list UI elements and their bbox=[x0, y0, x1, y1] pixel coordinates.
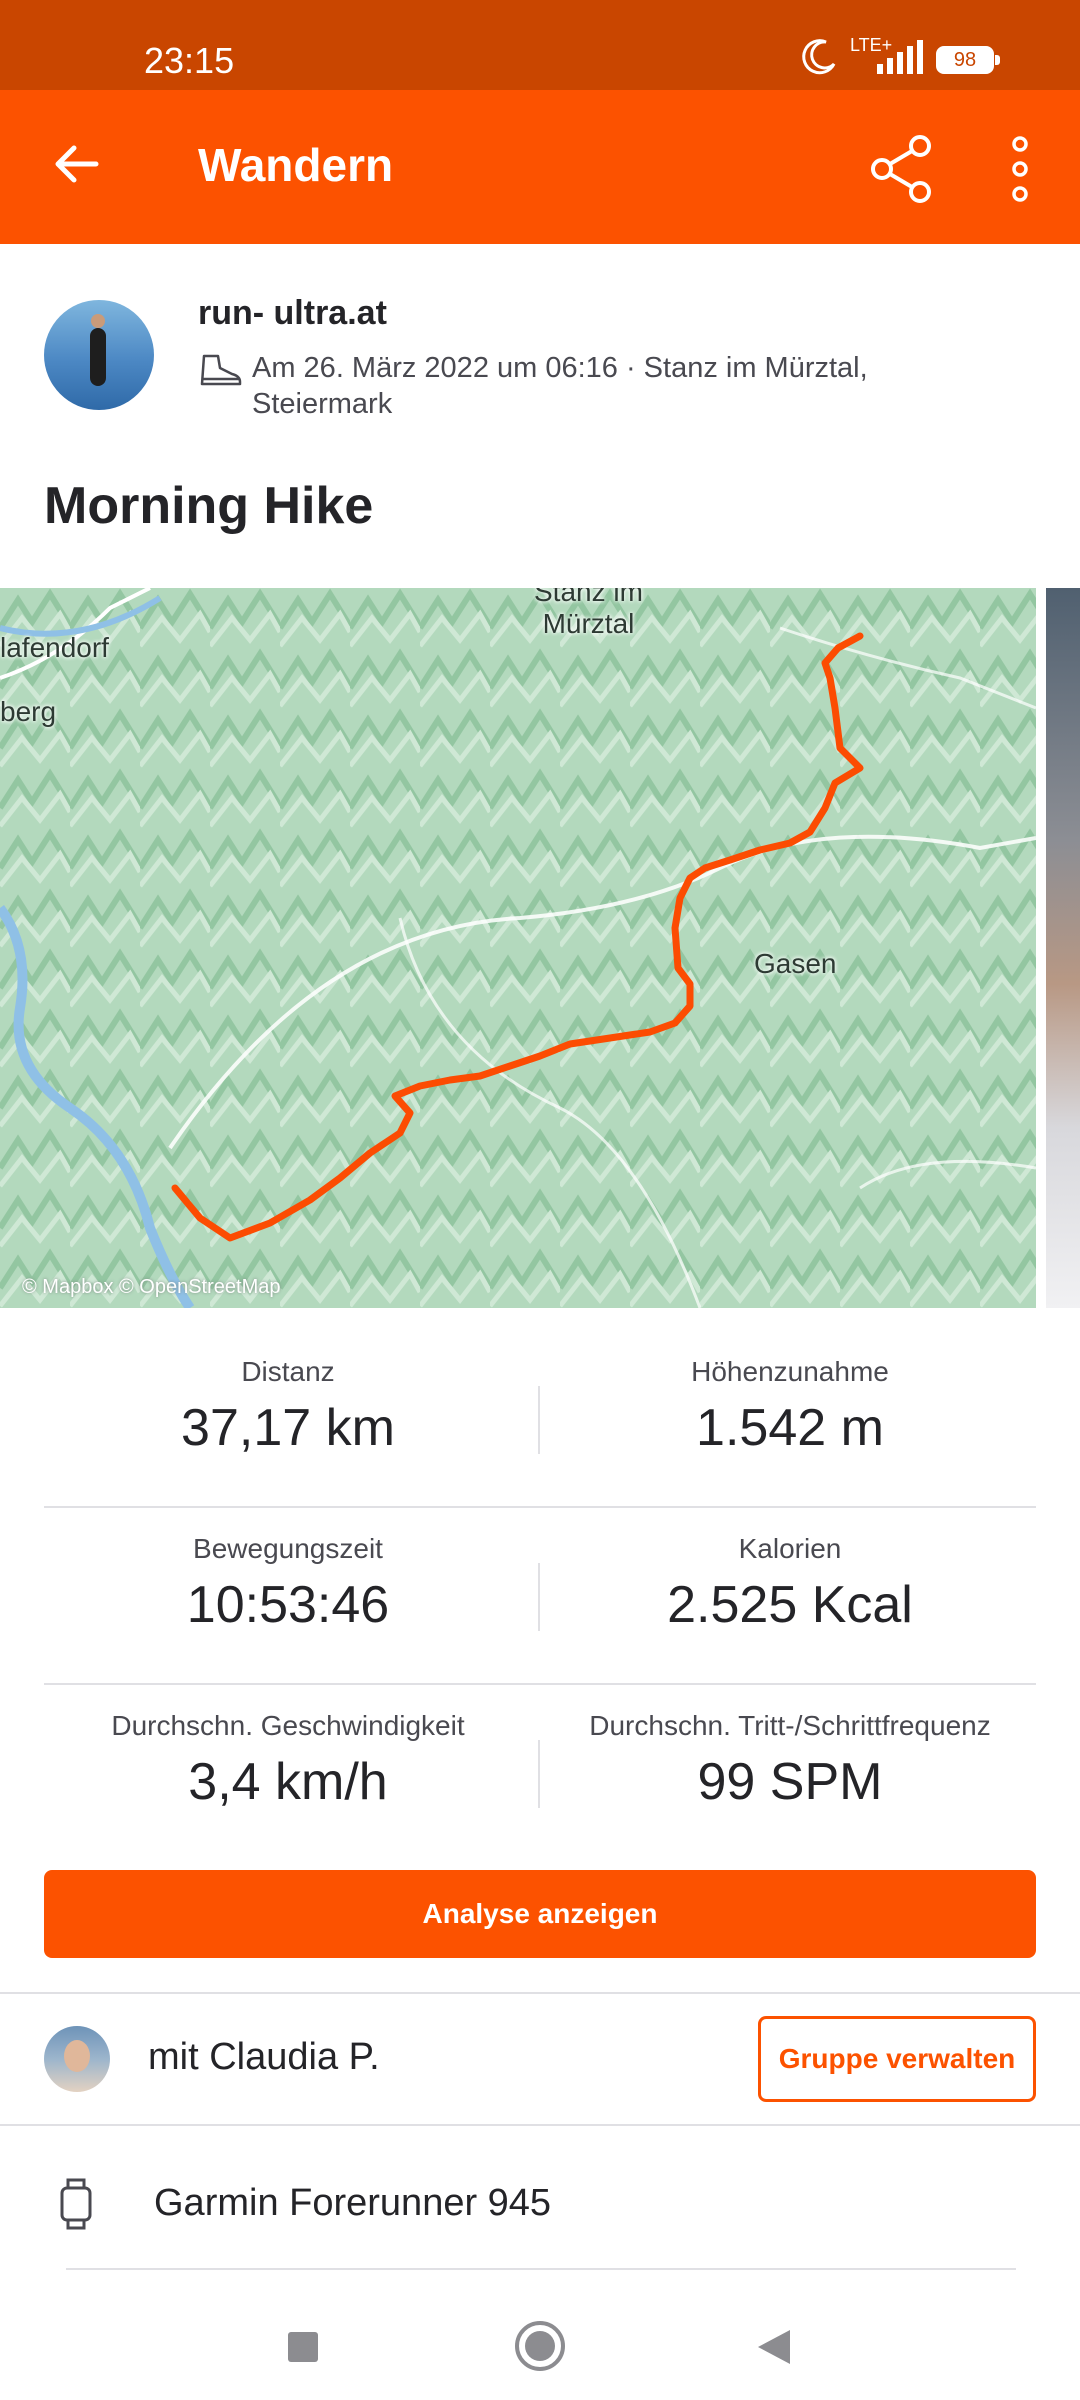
stat-label: Kalorien bbox=[738, 1533, 842, 1564]
home-icon[interactable] bbox=[514, 2320, 566, 2377]
status-bar: 23:15 LTE+ 98 bbox=[0, 0, 1080, 90]
map-label-gasen: Gasen bbox=[754, 948, 837, 979]
hiking-boot-icon bbox=[198, 352, 242, 393]
avatar-head bbox=[91, 314, 105, 328]
back-arrow-icon[interactable] bbox=[52, 140, 100, 193]
group-with-text[interactable]: mit Claudia P. bbox=[148, 2036, 380, 2079]
activity-meta: Am 26. März 2022 um 06:16 · Stanz im Mür… bbox=[252, 352, 868, 420]
watch-icon bbox=[58, 2176, 94, 2237]
map-attribution[interactable]: © Mapbox © OpenStreetMap bbox=[22, 1276, 281, 1299]
avatar-face bbox=[64, 2040, 90, 2072]
stat-avg-speed: Durchschn. Geschwindigkeit 3,4 km/h bbox=[38, 1710, 538, 1812]
stat-value: 10:53:46 bbox=[186, 1576, 390, 1634]
stat-value: 99 SPM bbox=[697, 1753, 883, 1811]
row-divider bbox=[44, 1683, 1036, 1685]
stat-value: 3,4 km/h bbox=[188, 1753, 388, 1811]
app-bar: Wandern bbox=[0, 90, 1080, 244]
activity-photo-preview[interactable] bbox=[1046, 588, 1080, 1308]
route-map[interactable]: Stanz im Mürztal lafendorf berg Gasen bbox=[0, 588, 1036, 1308]
map-label-lafendorf: lafendorf bbox=[0, 632, 109, 663]
back-nav-icon[interactable] bbox=[756, 2328, 792, 2371]
device-name: Garmin Forerunner 945 bbox=[154, 2182, 552, 2224]
activity-title: Morning Hike bbox=[44, 477, 374, 535]
recents-icon[interactable] bbox=[286, 2330, 320, 2369]
manage-group-button[interactable]: Gruppe verwalten bbox=[758, 2016, 1036, 2102]
map-label-stanz: Stanz im Mürztal bbox=[534, 588, 643, 639]
stat-distance: Distanz 37,17 km bbox=[38, 1356, 538, 1458]
status-time: 23:15 bbox=[144, 40, 235, 81]
stat-label: Durchschn. Tritt-/Schrittfrequenz bbox=[589, 1710, 991, 1741]
section-divider bbox=[0, 1992, 1080, 1994]
more-options-icon[interactable] bbox=[1000, 134, 1040, 209]
analyse-button[interactable]: Analyse anzeigen bbox=[44, 1870, 1036, 1958]
stat-moving-time: Bewegungszeit 10:53:46 bbox=[38, 1533, 538, 1635]
row-divider bbox=[66, 2268, 1016, 2270]
stat-label: Höhenzunahme bbox=[691, 1356, 889, 1387]
map-label-berg: berg bbox=[0, 696, 57, 727]
stat-label: Bewegungszeit bbox=[193, 1533, 383, 1564]
share-icon[interactable] bbox=[868, 134, 934, 209]
system-nav-bar bbox=[0, 2290, 1080, 2400]
athlete-avatar[interactable] bbox=[44, 300, 154, 410]
stat-elevation: Höhenzunahme 1.542 m bbox=[540, 1356, 1040, 1458]
stat-value: 2.525 Kcal bbox=[667, 1576, 913, 1634]
companion-avatar[interactable] bbox=[44, 2026, 110, 2092]
battery-icon: 98 bbox=[936, 46, 1000, 74]
avatar-figure bbox=[90, 328, 106, 386]
athlete-name[interactable]: run- ultra.at bbox=[198, 294, 387, 333]
do-not-disturb-icon bbox=[800, 36, 840, 81]
page-title: Wandern bbox=[198, 139, 394, 191]
section-divider bbox=[0, 2124, 1080, 2126]
stat-value: 37,17 km bbox=[181, 1399, 395, 1457]
stat-label: Distanz bbox=[241, 1356, 335, 1387]
row-divider bbox=[44, 1506, 1036, 1508]
stat-calories: Kalorien 2.525 Kcal bbox=[540, 1533, 1040, 1635]
stat-label: Durchschn. Geschwindigkeit bbox=[111, 1710, 465, 1741]
signal-icon bbox=[875, 40, 927, 79]
stat-value: 1.542 m bbox=[696, 1399, 884, 1457]
stat-avg-cadence: Durchschn. Tritt-/Schrittfrequenz 99 SPM bbox=[540, 1710, 1040, 1812]
